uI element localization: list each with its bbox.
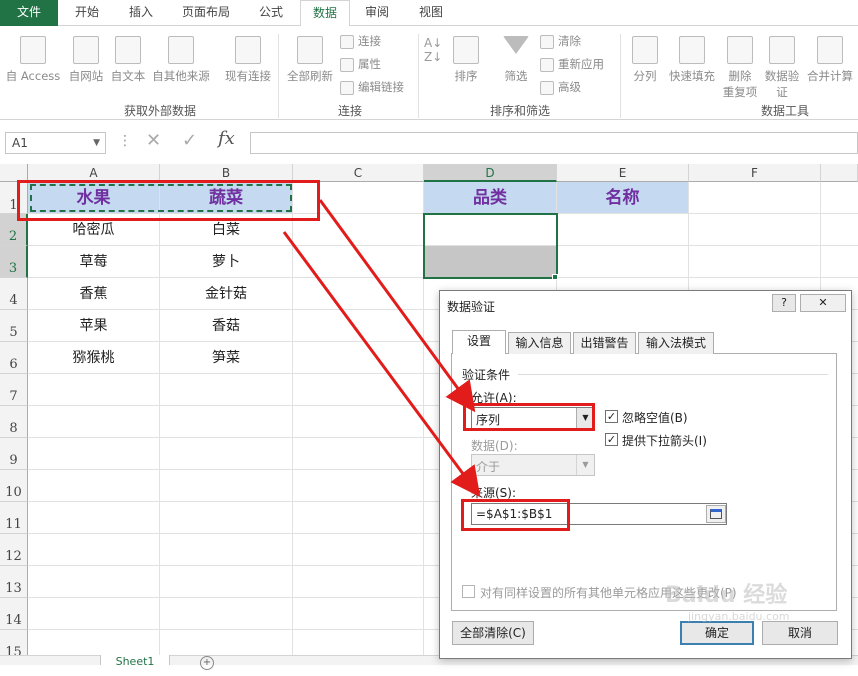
arrow-to-allow [318,199,476,413]
annotation-arrows [282,199,481,498]
arrow-to-source [282,231,481,498]
